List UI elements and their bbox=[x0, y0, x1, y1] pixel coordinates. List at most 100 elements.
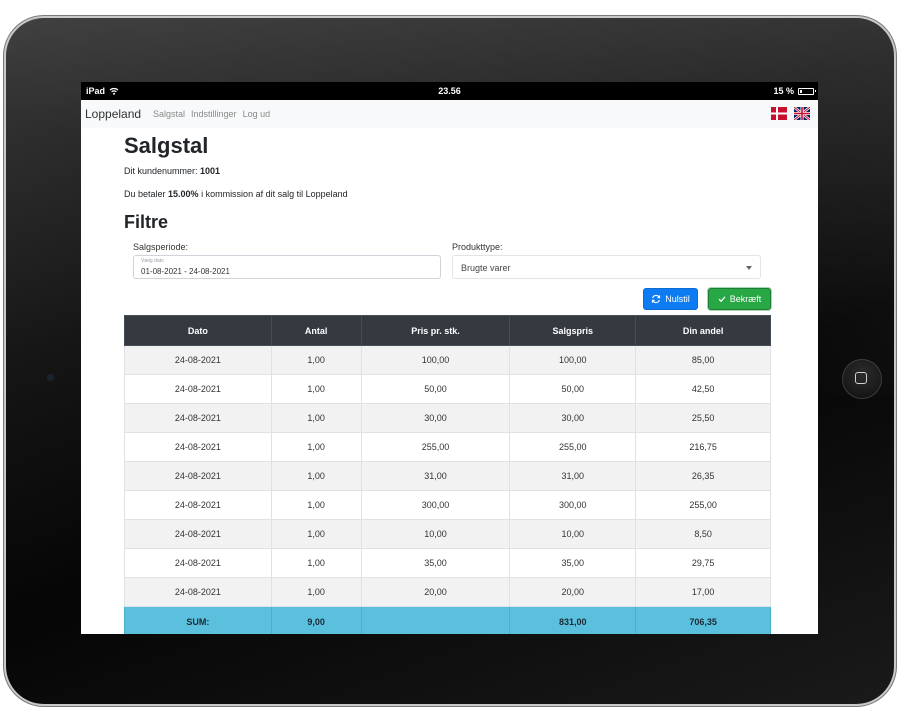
table-cell: 24-08-2021 bbox=[124, 432, 272, 462]
commission-prefix: Du betaler bbox=[124, 189, 169, 199]
table-cell: 1,00 bbox=[270, 490, 362, 520]
table-cell: 1,00 bbox=[270, 519, 362, 549]
sum-salgspris: 831,00 bbox=[509, 606, 637, 634]
table-cell: 24-08-2021 bbox=[124, 490, 272, 520]
table-cell: 31,00 bbox=[360, 461, 511, 491]
table-cell: 255,00 bbox=[360, 432, 511, 462]
sales-table: Dato Antal Pris pr. stk. Salgspris Din a… bbox=[124, 315, 771, 634]
table-cell: 1,00 bbox=[270, 577, 362, 607]
screen: iPad 23.56 15 % Loppeland Salgstal Indst… bbox=[81, 82, 818, 634]
table-cell: 255,00 bbox=[635, 490, 771, 520]
table-cell: 1,00 bbox=[270, 461, 362, 491]
table-cell: 100,00 bbox=[360, 345, 511, 375]
table-cell: 35,00 bbox=[360, 548, 511, 578]
table-cell: 29,75 bbox=[635, 548, 771, 578]
reset-button[interactable]: Nulstil bbox=[643, 288, 698, 310]
confirm-label: Bekræft bbox=[729, 294, 762, 304]
table-cell: 20,00 bbox=[509, 577, 637, 607]
table-cell: 24-08-2021 bbox=[124, 577, 272, 607]
battery-icon bbox=[798, 87, 816, 95]
commission-pct: 15.00% bbox=[168, 189, 199, 199]
table-cell: 24-08-2021 bbox=[124, 461, 272, 491]
clock: 23.56 bbox=[438, 86, 461, 96]
table-cell: 30,00 bbox=[509, 403, 637, 433]
table-cell: 24-08-2021 bbox=[124, 345, 272, 375]
table-cell: 35,00 bbox=[509, 548, 637, 578]
column-header-antal: Antal bbox=[270, 315, 362, 346]
camera-icon bbox=[47, 374, 54, 381]
table-cell: 42,50 bbox=[635, 374, 771, 404]
table-cell: 24-08-2021 bbox=[124, 548, 272, 578]
table-cell: 300,00 bbox=[509, 490, 637, 520]
navbar: Loppeland Salgstal Indstillinger Log ud bbox=[81, 100, 818, 128]
brand-link[interactable]: Loppeland bbox=[85, 107, 141, 121]
table-row: 24-08-2021 1,00 31,00 31,00 26,35 bbox=[124, 461, 771, 491]
sum-row: SUM: 9,00 831,00 706,35 bbox=[124, 606, 771, 634]
table-cell: 1,00 bbox=[270, 374, 362, 404]
confirm-button[interactable]: Bekræft bbox=[708, 288, 771, 310]
table-cell: 216,75 bbox=[635, 432, 771, 462]
customer-label: Dit kundenummer: bbox=[124, 166, 201, 176]
table-row: 24-08-2021 1,00 50,00 50,00 42,50 bbox=[124, 374, 771, 404]
date-range-value: 01-08-2021 - 24-08-2021 bbox=[141, 267, 230, 276]
sum-label: SUM: bbox=[124, 606, 272, 634]
chevron-down-icon bbox=[746, 266, 752, 270]
table-header-row: Dato Antal Pris pr. stk. Salgspris Din a… bbox=[124, 315, 771, 346]
date-range-input[interactable]: Vælg dato 01-08-2021 - 24-08-2021 bbox=[133, 255, 441, 279]
commission-line: Du betaler 15.00% i kommission af dit sa… bbox=[124, 189, 348, 199]
table-cell: 1,00 bbox=[270, 345, 362, 375]
customer-number: 1001 bbox=[200, 166, 221, 176]
sum-antal: 9,00 bbox=[270, 606, 362, 634]
uk-flag-icon[interactable] bbox=[794, 107, 810, 120]
table-cell: 10,00 bbox=[509, 519, 637, 549]
table-row: 24-08-2021 1,00 255,00 255,00 216,75 bbox=[124, 432, 771, 462]
table-row: 24-08-2021 1,00 35,00 35,00 29,75 bbox=[124, 548, 771, 578]
sum-din-andel: 706,35 bbox=[635, 606, 771, 634]
table-cell: 50,00 bbox=[360, 374, 511, 404]
table-cell: 50,00 bbox=[509, 374, 637, 404]
nav-link-indstillinger[interactable]: Indstillinger bbox=[191, 109, 237, 119]
table-cell: 24-08-2021 bbox=[124, 403, 272, 433]
customer-number-line: Dit kundenummer: 1001 bbox=[124, 166, 220, 176]
table-row: 24-08-2021 1,00 300,00 300,00 255,00 bbox=[124, 490, 771, 520]
table-cell: 255,00 bbox=[509, 432, 637, 462]
column-header-dato: Dato bbox=[124, 315, 272, 346]
table-cell: 8,50 bbox=[635, 519, 771, 549]
sum-pris bbox=[360, 606, 511, 634]
table-cell: 100,00 bbox=[509, 345, 637, 375]
filters-heading: Filtre bbox=[124, 212, 169, 232]
table-cell: 17,00 bbox=[635, 577, 771, 607]
table-cell: 300,00 bbox=[360, 490, 511, 520]
battery-percent: 15 % bbox=[773, 86, 794, 96]
table-cell: 20,00 bbox=[360, 577, 511, 607]
nav-links: Salgstal Indstillinger Log ud bbox=[153, 109, 270, 119]
column-header-pris: Pris pr. stk. bbox=[360, 315, 511, 346]
table-row: 24-08-2021 1,00 20,00 20,00 17,00 bbox=[124, 577, 771, 607]
status-bar: iPad 23.56 15 % bbox=[81, 82, 818, 100]
table-cell: 85,00 bbox=[635, 345, 771, 375]
nav-link-log-ud[interactable]: Log ud bbox=[243, 109, 271, 119]
table-cell: 10,00 bbox=[360, 519, 511, 549]
table-cell: 31,00 bbox=[509, 461, 637, 491]
table-row: 24-08-2021 1,00 10,00 10,00 8,50 bbox=[124, 519, 771, 549]
date-range-placeholder: Vælg dato bbox=[141, 258, 164, 264]
product-type-select[interactable]: Brugte varer bbox=[452, 255, 761, 279]
product-type-label: Produkttype: bbox=[452, 242, 503, 252]
table-row: 24-08-2021 1,00 30,00 30,00 25,50 bbox=[124, 403, 771, 433]
period-label: Salgsperiode: bbox=[133, 242, 189, 252]
home-button-icon[interactable] bbox=[842, 359, 882, 399]
danish-flag-icon[interactable] bbox=[771, 107, 787, 120]
commission-suffix: i kommission af dit salg til Loppeland bbox=[198, 189, 348, 199]
reset-label: Nulstil bbox=[665, 294, 690, 304]
column-header-din-andel: Din andel bbox=[635, 315, 771, 346]
table-cell: 26,35 bbox=[635, 461, 771, 491]
table-cell: 24-08-2021 bbox=[124, 519, 272, 549]
table-cell: 1,00 bbox=[270, 548, 362, 578]
refresh-icon bbox=[652, 294, 661, 304]
nav-link-salgstal[interactable]: Salgstal bbox=[153, 109, 185, 119]
table-cell: 25,50 bbox=[635, 403, 771, 433]
checkmark-icon bbox=[718, 296, 726, 303]
page-title: Salgstal bbox=[124, 133, 209, 158]
table-cell: 24-08-2021 bbox=[124, 374, 272, 404]
table-cell: 1,00 bbox=[270, 432, 362, 462]
